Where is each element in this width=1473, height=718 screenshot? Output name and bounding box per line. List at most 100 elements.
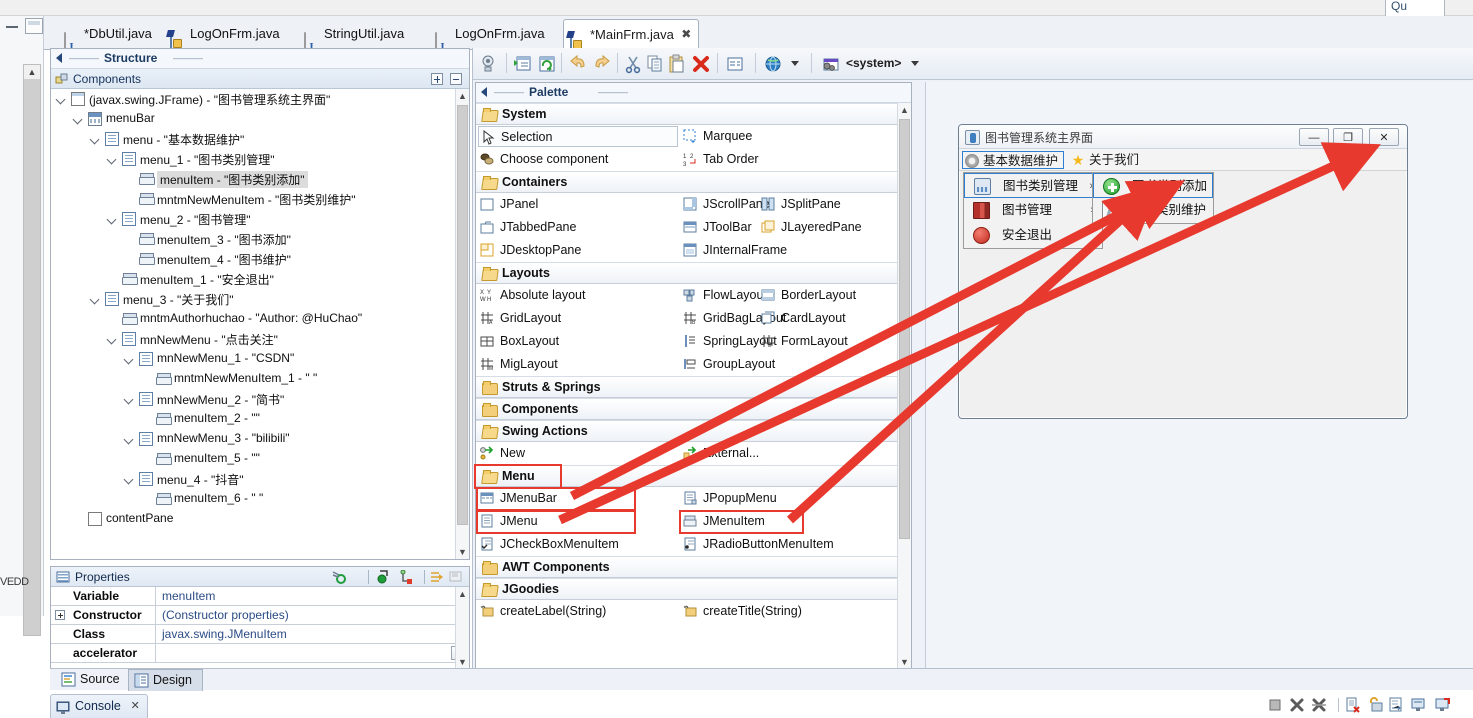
- tree-node[interactable]: menu_3 - "关于我们": [51, 289, 455, 309]
- editor-tab-2[interactable]: StringUtil.java: [298, 20, 413, 50]
- scroll-up-icon[interactable]: ▲: [456, 89, 469, 103]
- palette-item-jpopupmenu[interactable]: JPopupMenu: [681, 488, 881, 509]
- close-button[interactable]: ✕: [1369, 128, 1399, 146]
- chevron-down-icon[interactable]: [108, 215, 117, 224]
- palette-item-formlayout[interactable]: F FormLayout: [759, 331, 897, 352]
- dropdown-menu[interactable]: 图书类别管理 › 图书管理 › 安全退出: [963, 172, 1103, 249]
- palette-item-jdesktoppane[interactable]: JDesktopPane: [478, 240, 678, 261]
- tree-node[interactable]: mnNewMenu - "点击关注": [51, 329, 455, 349]
- chevron-down-icon[interactable]: [74, 115, 83, 124]
- palette-category-layouts[interactable]: Layouts: [476, 262, 897, 284]
- property-value[interactable]: javax.swing.JMenuItem: [157, 625, 455, 644]
- palette-item-jcheckboxmenuitem[interactable]: JCheckBoxMenuItem: [478, 534, 678, 555]
- refresh-properties-icon[interactable]: [332, 570, 347, 587]
- open-in-editor-icon[interactable]: [513, 54, 533, 74]
- tree-node[interactable]: menuItem_4 - "图书维护": [51, 249, 455, 269]
- palette-item-jpanel[interactable]: JPanel: [478, 194, 678, 215]
- editor-tab-0[interactable]: *DbUtil.java: [58, 20, 161, 50]
- tab-source[interactable]: Source: [56, 669, 130, 691]
- tree-node[interactable]: mntmNewMenuItem_1 - " ": [51, 369, 455, 389]
- jframe-preview[interactable]: 图书管理系统主界面 — ❐ ✕ 基本数据维护 ★ 关于我们 图书类别管理 图书管…: [958, 124, 1408, 419]
- menubar-item-about[interactable]: ★ 关于我们: [1069, 151, 1144, 169]
- submenu-item-category-maintain[interactable]: 图书类别维护: [1093, 198, 1213, 223]
- globe-icon[interactable]: [763, 54, 783, 74]
- menubar-item-basic-data[interactable]: 基本数据维护: [962, 151, 1065, 169]
- scroll-down-icon[interactable]: ▼: [898, 655, 911, 669]
- chevron-down-icon[interactable]: [91, 295, 100, 304]
- palette-vscrollbar[interactable]: ▲ ▼: [897, 103, 911, 669]
- copy-icon[interactable]: [645, 54, 665, 74]
- component-tree[interactable]: (javax.swing.JFrame) - "图书管理系统主界面" menuBa…: [51, 89, 455, 559]
- minimize-button[interactable]: —: [1299, 128, 1329, 146]
- palette-category-system[interactable]: System: [476, 103, 897, 125]
- menu-item-safe-exit[interactable]: 安全退出: [964, 223, 1102, 248]
- chevron-down-icon[interactable]: [91, 135, 100, 144]
- scroll-up-icon[interactable]: ▲: [456, 587, 469, 601]
- palette-item-marquee[interactable]: Marquee: [681, 126, 881, 147]
- palette-item-external[interactable]: External...: [681, 443, 881, 464]
- tree-node[interactable]: menu - "基本数据维护": [51, 129, 455, 149]
- palette-item-jtabbedpane[interactable]: JTabbedPane: [478, 217, 678, 238]
- editor-tab-4[interactable]: *MainFrm.java ✖: [563, 19, 699, 51]
- palette-item-jinternalframe[interactable]: JInternalFrame: [681, 240, 881, 261]
- tree-node[interactable]: mnNewMenu_1 - "CSDN": [51, 349, 455, 369]
- tree-node[interactable]: menu_2 - "图书管理": [51, 209, 455, 229]
- tree-node[interactable]: menuItem_1 - "安全退出": [51, 269, 455, 289]
- redo-icon[interactable]: [592, 54, 612, 74]
- scroll-thumb[interactable]: [457, 105, 468, 525]
- display-selected-console-icon[interactable]: [1411, 697, 1427, 713]
- scroll-thumb[interactable]: [899, 119, 910, 539]
- locale-dropdown-caret-icon[interactable]: [911, 61, 919, 66]
- menu-item-book-category-manage[interactable]: 图书类别管理 ›: [964, 173, 1102, 198]
- palette-category-swing-actions[interactable]: Swing Actions: [476, 420, 897, 442]
- design-canvas[interactable]: 图书管理系统主界面 — ❐ ✕ 基本数据维护 ★ 关于我们 图书类别管理 图书管…: [925, 82, 1473, 670]
- remove-all-terminated-icon[interactable]: [1311, 697, 1327, 713]
- palette-item-createlabel-string[interactable]: createLabel(String): [478, 601, 678, 622]
- chevron-down-icon[interactable]: [125, 395, 134, 404]
- tree-node[interactable]: menuItem_6 - " ": [51, 489, 455, 509]
- palette-item-gridlayout[interactable]: A GridLayout: [478, 308, 678, 329]
- chevron-down-icon[interactable]: [125, 355, 134, 364]
- menu-item-book-manage[interactable]: 图书管理 ›: [964, 198, 1102, 223]
- palette-item-tab-order[interactable]: 1 2 3 Tab Order: [681, 149, 881, 170]
- palette-item-miglayout[interactable]: M MigLayout: [478, 354, 678, 375]
- tree-node[interactable]: mnNewMenu_2 - "简书": [51, 389, 455, 409]
- property-row[interactable]: accelerator...: [51, 644, 469, 663]
- palette-collapse-arrow-icon[interactable]: [481, 87, 487, 97]
- submenu-item-category-add[interactable]: 图书类别添加: [1093, 173, 1213, 198]
- globe-dropdown-caret-icon[interactable]: [791, 61, 799, 66]
- scroll-lock-icon[interactable]: [1367, 697, 1383, 713]
- palette-category-components[interactable]: Components: [476, 398, 897, 420]
- delete-icon[interactable]: [691, 54, 711, 74]
- tree-node[interactable]: contentPane: [51, 509, 455, 529]
- tree-node[interactable]: menu_1 - "图书类别管理": [51, 149, 455, 169]
- word-wrap-icon[interactable]: [1389, 697, 1405, 713]
- locale-selector-label[interactable]: <system>: [846, 56, 901, 70]
- show-events-icon[interactable]: [398, 569, 413, 587]
- editor-tab-3[interactable]: LogOnFrm.java: [429, 20, 554, 50]
- collapse-arrow-icon[interactable]: [56, 53, 62, 63]
- scroll-up-icon[interactable]: ▲: [898, 103, 911, 117]
- palette-item-jradiobuttonmenuitem[interactable]: JRadioButtonMenuItem: [681, 534, 881, 555]
- chevron-down-icon[interactable]: [57, 95, 66, 104]
- properties-vscrollbar[interactable]: ▲ ▼: [455, 587, 469, 669]
- scroll-down-icon[interactable]: ▼: [456, 655, 469, 669]
- palette-item-boxlayout[interactable]: BoxLayout: [478, 331, 678, 352]
- tree-node[interactable]: mnNewMenu_3 - "bilibili": [51, 429, 455, 449]
- submenu[interactable]: 图书类别添加 图书类别维护: [1092, 172, 1214, 224]
- properties-table[interactable]: Variable menuItem Constructor (Constructor …: [51, 587, 469, 669]
- tree-node[interactable]: menuItem_2 - "": [51, 409, 455, 429]
- tree-node[interactable]: menuBar: [51, 109, 455, 129]
- tab-design[interactable]: Design: [128, 669, 203, 691]
- property-value[interactable]: [157, 644, 455, 663]
- palette-category-menu[interactable]: Menu: [476, 465, 897, 487]
- scroll-down-icon[interactable]: ▼: [456, 545, 469, 559]
- property-row[interactable]: Variable menuItem: [51, 587, 469, 606]
- show-advanced-icon[interactable]: [376, 570, 391, 587]
- palette-category-struts-springs[interactable]: Struts & Springs: [476, 376, 897, 398]
- palette-item-jmenubar[interactable]: JMenuBar: [478, 488, 678, 509]
- editor-tab-1[interactable]: LogOnFrm.java: [164, 20, 289, 50]
- open-console-icon[interactable]: [1435, 697, 1451, 713]
- palette-item-jlayeredpane[interactable]: JLayeredPane: [759, 217, 897, 238]
- system-look-and-feel-icon[interactable]: [821, 54, 841, 74]
